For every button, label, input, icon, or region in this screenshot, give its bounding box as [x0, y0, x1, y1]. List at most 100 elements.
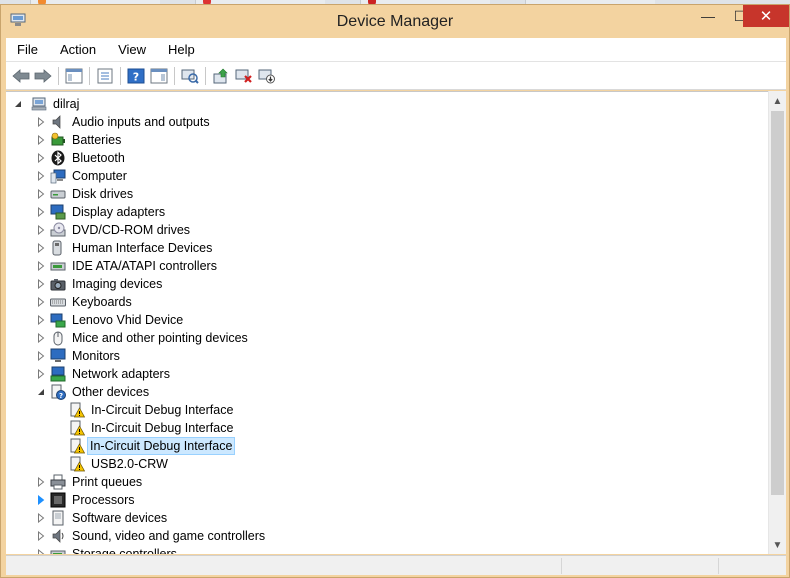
tree-root-label: dilraj [53, 97, 80, 111]
keyboard-icon [50, 294, 66, 310]
expand-arrow-icon[interactable] [37, 207, 45, 217]
svg-text:?: ? [133, 71, 139, 84]
unknown-device-icon: ? [50, 384, 66, 400]
expand-arrow-icon[interactable] [37, 549, 45, 554]
expand-arrow-icon[interactable] [37, 189, 45, 199]
expand-arrow-icon[interactable] [37, 261, 45, 271]
status-bar [6, 555, 786, 575]
tree-item-bluetooth[interactable]: Bluetooth [6, 149, 406, 167]
tree-child-debug-interface[interactable]: In-Circuit Debug Interface [6, 401, 406, 419]
tree-item-label: Processors [72, 493, 135, 507]
tree-item-imaging[interactable]: Imaging devices [6, 275, 406, 293]
tree-item-batteries[interactable]: Batteries [6, 131, 406, 149]
tree-item-network-adapters[interactable]: Network adapters [6, 365, 406, 383]
computer-icon [50, 168, 66, 184]
tree-item-label: IDE ATA/ATAPI controllers [72, 259, 217, 273]
monitor-icon [50, 348, 66, 364]
bluetooth-icon [50, 150, 66, 166]
tree-item-label: Sound, video and game controllers [72, 529, 266, 543]
expand-arrow-icon[interactable] [37, 315, 45, 325]
menu-help[interactable]: Help [157, 38, 206, 62]
device-tree[interactable]: dilraj Audio inputs and outputs Batterie… [6, 91, 768, 554]
scrollbar-thumb[interactable] [771, 111, 784, 495]
tree-item-lenovo-vhid[interactable]: Lenovo Vhid Device [6, 311, 406, 329]
tree-item-ide-controllers[interactable]: IDE ATA/ATAPI controllers [6, 257, 406, 275]
tree-child-debug-interface[interactable]: In-Circuit Debug Interface [6, 419, 406, 437]
expand-arrow-icon[interactable] [37, 369, 45, 379]
close-button[interactable]: ✕ [743, 5, 789, 27]
expand-arrow-icon[interactable] [37, 117, 45, 127]
expand-arrow-icon[interactable] [37, 333, 45, 343]
tree-item-display-adapters[interactable]: Display adapters [6, 203, 406, 221]
expand-arrow-icon[interactable] [37, 513, 45, 523]
menu-file[interactable]: File [6, 38, 49, 62]
tree-item-disk-drives[interactable]: Disk drives [6, 185, 406, 203]
minimize-button[interactable]: — [691, 5, 725, 27]
expand-arrow-icon[interactable] [37, 135, 45, 145]
show-hide-console-tree-icon[interactable] [64, 67, 84, 85]
tree-item-label: Human Interface Devices [72, 241, 213, 255]
expand-arrow-icon[interactable] [37, 171, 45, 181]
tree-item-storage-controllers[interactable]: Storage controllers [6, 545, 406, 554]
tree-item-dvd-drives[interactable]: DVD/CD-ROM drives [6, 221, 406, 239]
tree-item-other-devices[interactable]: ? Other devices [6, 383, 406, 401]
sound-controller-icon [50, 528, 66, 544]
update-driver-icon[interactable] [211, 67, 231, 85]
tree-item-computer[interactable]: Computer [6, 167, 406, 185]
window-title: Device Manager [336, 13, 454, 30]
title-bar[interactable]: Device Manager — ☐ ✕ [1, 5, 789, 37]
tree-item-label: Monitors [72, 349, 120, 363]
help-icon[interactable]: ? [126, 67, 146, 85]
tree-item-mice[interactable]: Mice and other pointing devices [6, 329, 406, 347]
collapse-arrow-icon[interactable] [14, 99, 22, 109]
tree-item-sound-controllers[interactable]: Sound, video and game controllers [6, 527, 406, 545]
tree-item-monitors[interactable]: Monitors [6, 347, 406, 365]
vertical-scrollbar[interactable]: ▲ ▼ [768, 91, 786, 554]
tree-item-processors[interactable]: Processors [6, 491, 406, 509]
uninstall-icon[interactable] [234, 67, 254, 85]
warning-device-icon [69, 402, 85, 418]
expand-arrow-icon[interactable] [37, 279, 45, 289]
action-pane-icon[interactable] [149, 67, 169, 85]
printer-icon [50, 474, 66, 490]
expand-arrow-icon[interactable] [37, 477, 45, 487]
forward-icon[interactable] [33, 67, 53, 85]
lenovo-device-icon [50, 312, 66, 328]
tree-item-software-devices[interactable]: Software devices [6, 509, 406, 527]
scan-hardware-icon[interactable] [180, 67, 200, 85]
tree-item-audio[interactable]: Audio inputs and outputs [6, 113, 406, 131]
tree-item-hid[interactable]: Human Interface Devices [6, 239, 406, 257]
warning-device-icon [69, 456, 85, 472]
dvd-drive-icon [50, 222, 66, 238]
tree-item-label: Lenovo Vhid Device [72, 313, 184, 327]
processor-icon [50, 492, 66, 508]
mouse-icon [50, 330, 66, 346]
expand-arrow-icon[interactable] [37, 225, 45, 235]
properties-icon[interactable] [95, 67, 115, 85]
warning-device-icon [69, 438, 85, 454]
scroll-up-icon[interactable]: ▲ [769, 93, 786, 110]
expand-arrow-icon[interactable] [37, 297, 45, 307]
expand-arrow-icon[interactable] [37, 531, 45, 541]
tree-item-label: Network adapters [72, 367, 170, 381]
disable-device-icon[interactable] [257, 67, 277, 85]
tree-child-debug-interface-selected[interactable]: In-Circuit Debug Interface [6, 437, 406, 455]
back-icon[interactable] [11, 67, 31, 85]
collapse-arrow-icon[interactable] [37, 387, 45, 397]
tree-child-usb-crw[interactable]: USB2.0-CRW [6, 455, 406, 473]
tree-item-label: Print queues [72, 475, 143, 489]
tree-item-label: In-Circuit Debug Interface [87, 437, 236, 455]
expand-arrow-icon[interactable] [37, 153, 45, 163]
tree-item-print-queues[interactable]: Print queues [6, 473, 406, 491]
expand-arrow-icon[interactable] [37, 495, 45, 505]
menu-action[interactable]: Action [49, 38, 107, 62]
scroll-down-icon[interactable]: ▼ [769, 537, 786, 554]
tree-item-keyboards[interactable]: Keyboards [6, 293, 406, 311]
expand-arrow-icon[interactable] [37, 351, 45, 361]
tree-item-label: Mice and other pointing devices [72, 331, 248, 345]
menu-view[interactable]: View [107, 38, 157, 62]
expand-arrow-icon[interactable] [37, 243, 45, 253]
tree-root[interactable]: dilraj [6, 95, 406, 113]
tree-item-label: Imaging devices [72, 277, 163, 291]
toolbar: ? [6, 62, 786, 90]
